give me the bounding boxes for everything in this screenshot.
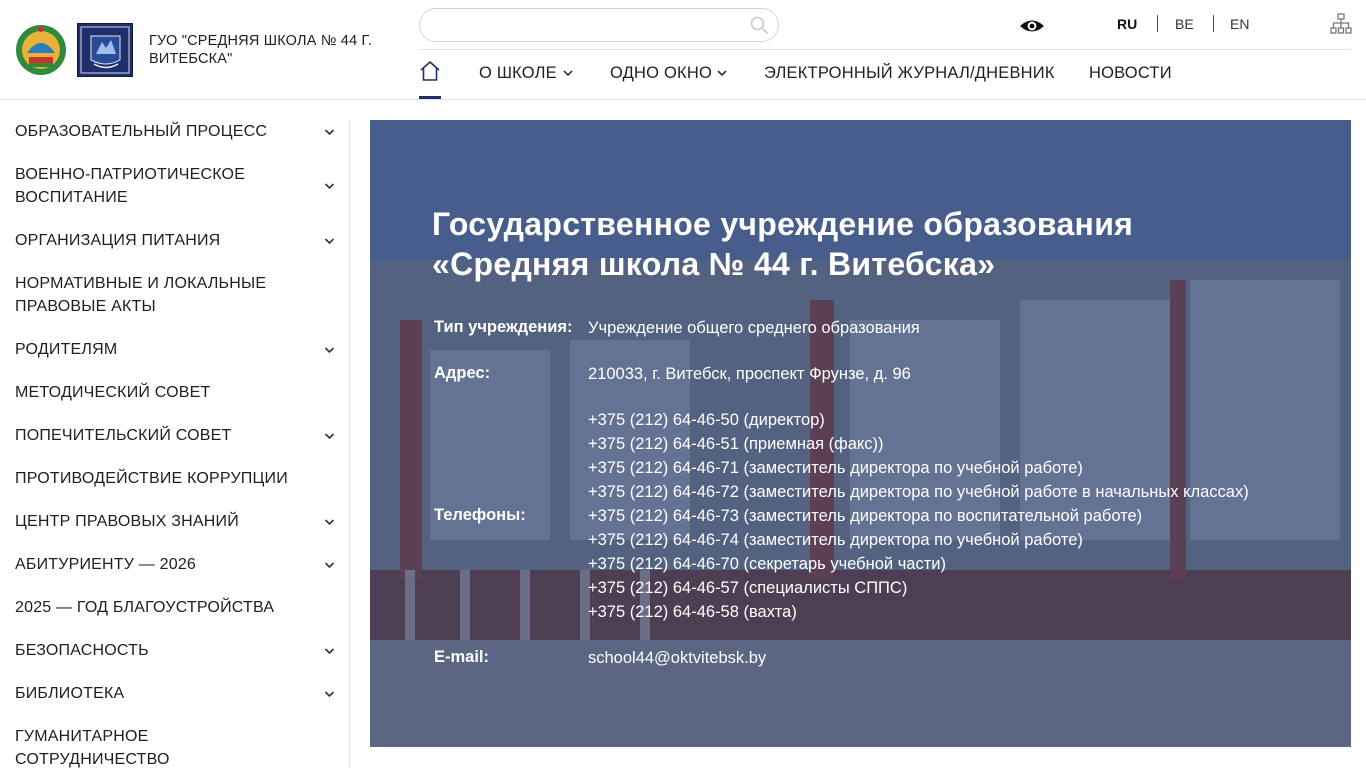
lang-ru-link[interactable]: RU <box>1117 16 1137 32</box>
search-icon[interactable] <box>749 15 769 35</box>
sidebar-item-label: АБИТУРИЕНТУ — 2026 <box>15 556 197 573</box>
phone-number[interactable]: +375 (212) 64-46-58 (вахта) <box>588 600 1249 624</box>
sidebar-item-board-of-trustees[interactable]: ПОПЕЧИТЕЛЬСКИЙ СОВЕТ <box>15 424 335 447</box>
institution-title: Государственное учреждение образования «… <box>432 204 1312 284</box>
address-value: 210033, г. Витебск, проспект Фрунзе, д. … <box>588 365 911 383</box>
institution-title-line2: «Средняя школа № 44 г. Витебска» <box>432 246 996 282</box>
chevron-down-icon[interactable] <box>324 518 335 526</box>
phone-number[interactable]: +375 (212) 64-46-73 (заместитель директо… <box>588 504 1249 528</box>
institution-type-value: Учреждение общего среднего образования <box>588 319 920 337</box>
chevron-down-icon[interactable] <box>717 69 727 77</box>
lang-en-link[interactable]: EN <box>1230 16 1249 32</box>
sidebar-item-applicants-2026[interactable]: АБИТУРИЕНТУ — 2026 <box>15 553 335 576</box>
lang-separator <box>1157 15 1158 32</box>
hero-banner: Государственное учреждение образования «… <box>370 120 1351 747</box>
chevron-down-icon[interactable] <box>324 432 335 440</box>
site-header: ГУО "СРЕДНЯЯ ШКОЛА № 44 Г. ВИТЕБСКА" RU … <box>0 0 1366 100</box>
institution-title-line1: Государственное учреждение образования <box>432 206 1134 242</box>
nav-item-about[interactable]: О ШКОЛЕ <box>479 64 557 83</box>
eye-icon[interactable] <box>1019 16 1045 36</box>
address-label: Адрес: <box>434 364 491 382</box>
email-link[interactable]: school44@oktvitebsk.by <box>588 646 766 670</box>
school-logo[interactable] <box>77 23 133 77</box>
phone-number[interactable]: +375 (212) 64-46-72 (заместитель директо… <box>588 480 1249 504</box>
chevron-down-icon[interactable] <box>324 128 335 136</box>
phone-number[interactable]: +375 (212) 64-46-51 (приемная (факс)) <box>588 432 1249 456</box>
sidebar-item-label: НОРМАТИВНЫЕ И ЛОКАЛЬНЫЕ ПРАВОВЫЕ АКТЫ <box>15 275 267 315</box>
sidebar-item-catering[interactable]: ОРГАНИЗАЦИЯ ПИТАНИЯ <box>15 229 335 252</box>
search-input[interactable] <box>419 8 779 42</box>
chevron-down-icon[interactable] <box>324 561 335 569</box>
sidebar-item-parents[interactable]: РОДИТЕЛЯМ <box>15 338 335 361</box>
chevron-down-icon[interactable] <box>563 69 573 77</box>
lang-be-link[interactable]: BE <box>1175 16 1194 32</box>
sidebar-item-label: ОРГАНИЗАЦИЯ ПИТАНИЯ <box>15 232 221 249</box>
chevron-down-icon[interactable] <box>324 182 335 190</box>
sidebar-item-label: МЕТОДИЧЕСКИЙ СОВЕТ <box>15 384 211 401</box>
phone-number[interactable]: +375 (212) 64-46-50 (директор) <box>588 408 1249 432</box>
nav-item-one-window[interactable]: ОДНО ОКНО <box>610 64 712 83</box>
nav-divider <box>419 49 1351 50</box>
chevron-down-icon[interactable] <box>324 346 335 354</box>
email-label: E-mail: <box>434 648 490 666</box>
active-nav-indicator <box>419 96 441 99</box>
sitemap-icon[interactable] <box>1330 13 1352 35</box>
sidebar-item-label: 2025 — ГОД БЛАГОУСТРОЙСТВА <box>15 599 275 616</box>
lang-separator <box>1213 15 1214 32</box>
state-emblem-icon <box>16 25 66 75</box>
sidebar-item-library[interactable]: БИБЛИОТЕКА <box>15 682 335 705</box>
nav-item-news[interactable]: НОВОСТИ <box>1089 64 1172 83</box>
sidebar-item-anti-corruption[interactable]: ПРОТИВОДЕЙСТВИЕ КОРРУПЦИИ <box>15 467 335 490</box>
sidebar-item-label: РОДИТЕЛЯМ <box>15 341 118 358</box>
chevron-down-icon[interactable] <box>324 237 335 245</box>
phone-number[interactable]: +375 (212) 64-46-71 (заместитель директо… <box>588 456 1249 480</box>
phone-number[interactable]: +375 (212) 64-46-57 (специалисты СППС) <box>588 576 1249 600</box>
school-logo-icon <box>80 26 130 74</box>
school-name[interactable]: ГУО "СРЕДНЯЯ ШКОЛА № 44 Г. ВИТЕБСКА" <box>149 32 379 68</box>
sidebar-item-legal-acts[interactable]: НОРМАТИВНЫЕ И ЛОКАЛЬНЫЕ ПРАВОВЫЕ АКТЫ <box>15 272 335 318</box>
phone-list: +375 (212) 64-46-50 (директор) +375 (212… <box>588 408 1249 624</box>
sidebar-item-label: ЦЕНТР ПРАВОВЫХ ЗНАНИЙ <box>15 513 239 530</box>
phone-number[interactable]: +375 (212) 64-46-74 (заместитель директо… <box>588 528 1249 552</box>
sidebar-item-safety[interactable]: БЕЗОПАСНОСТЬ <box>15 639 335 662</box>
chevron-down-icon[interactable] <box>324 690 335 698</box>
phone-number[interactable]: +375 (212) 64-46-70 (секретарь учебной ч… <box>588 552 1249 576</box>
home-icon[interactable] <box>419 60 441 82</box>
sidebar-item-humanitarian-cooperation[interactable]: ГУМАНИТАРНОЕ СОТРУДНИЧЕСТВО <box>15 725 335 768</box>
nav-item-e-journal[interactable]: ЭЛЕКТРОННЫЙ ЖУРНАЛ/ДНЕВНИК <box>764 64 1055 83</box>
sidebar-item-military-patriotic[interactable]: ВОЕННО-ПАТРИОТИЧЕСКОЕ ВОСПИТАНИЕ <box>15 163 335 209</box>
sidebar-item-label: БЕЗОПАСНОСТЬ <box>15 642 149 659</box>
sidebar-item-legal-knowledge-center[interactable]: ЦЕНТР ПРАВОВЫХ ЗНАНИЙ <box>15 510 335 533</box>
sidebar-menu: ОБРАЗОВАТЕЛЬНЫЙ ПРОЦЕСС ВОЕННО-ПАТРИОТИЧ… <box>0 120 350 768</box>
sidebar-item-label: БИБЛИОТЕКА <box>15 685 125 702</box>
sidebar-item-methodical-council[interactable]: МЕТОДИЧЕСКИЙ СОВЕТ <box>15 381 335 404</box>
sidebar-item-label: ПОПЕЧИТЕЛЬСКИЙ СОВЕТ <box>15 427 232 444</box>
sidebar-item-label: ОБРАЗОВАТЕЛЬНЫЙ ПРОЦЕСС <box>15 123 268 140</box>
phones-label: Телефоны: <box>434 506 526 524</box>
sidebar-item-label: ПРОТИВОДЕЙСТВИЕ КОРРУПЦИИ <box>15 470 288 487</box>
sidebar-item-label: ВОЕННО-ПАТРИОТИЧЕСКОЕ ВОСПИТАНИЕ <box>15 166 246 206</box>
sidebar-item-year-2025[interactable]: 2025 — ГОД БЛАГОУСТРОЙСТВА <box>15 596 335 619</box>
institution-type-label: Тип учреждения: <box>434 318 573 336</box>
chevron-down-icon[interactable] <box>324 647 335 655</box>
sidebar-item-educational-process[interactable]: ОБРАЗОВАТЕЛЬНЫЙ ПРОЦЕСС <box>15 120 335 143</box>
sidebar-item-label: ГУМАНИТАРНОЕ СОТРУДНИЧЕСТВО <box>15 728 170 768</box>
